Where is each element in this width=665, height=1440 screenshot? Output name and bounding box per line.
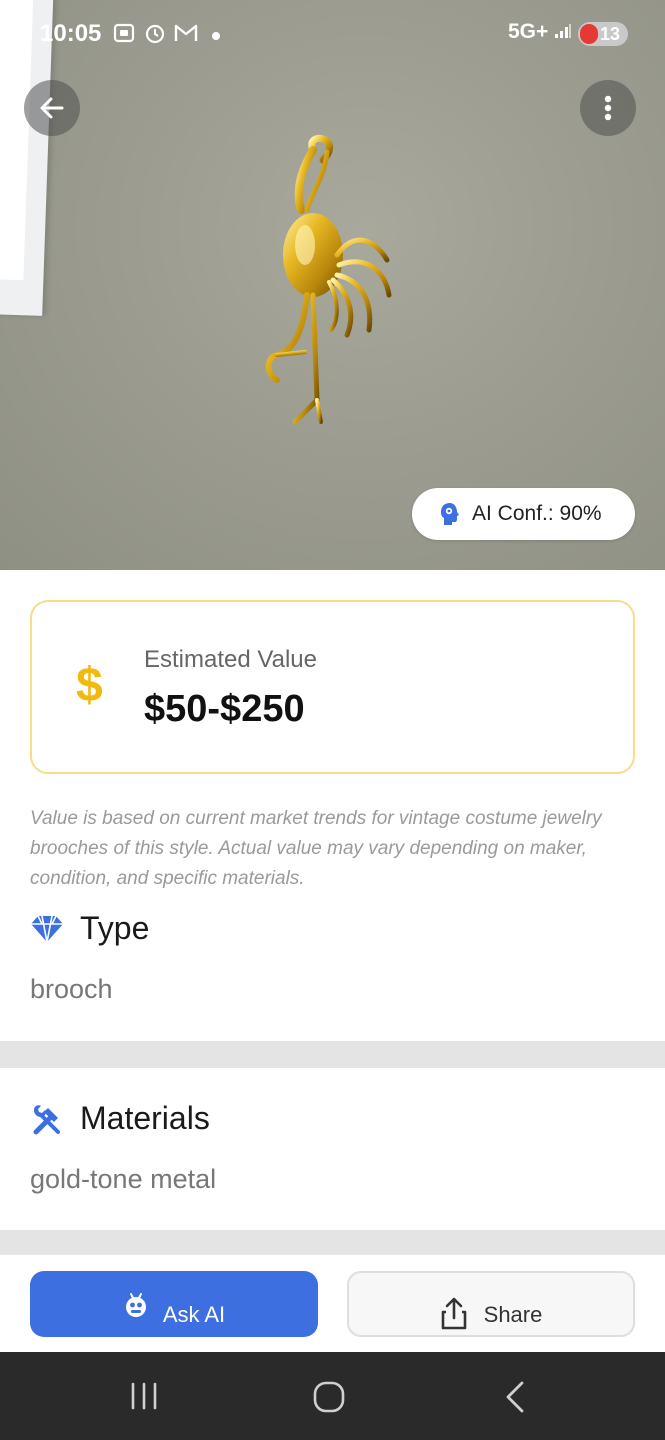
tools-icon [33, 1104, 60, 1134]
status-notification-icons [112, 22, 220, 49]
flamingo-brooch-image [265, 134, 392, 425]
value-disclaimer: Value is based on current market trends … [30, 808, 602, 889]
back-button[interactable] [24, 80, 80, 136]
share-label: Share [483, 1302, 543, 1327]
gmail-icon [174, 23, 198, 48]
ask-ai-label: Ask AI [162, 1302, 226, 1327]
nav-back-icon[interactable] [500, 1380, 532, 1414]
screenshot-icon [112, 22, 136, 49]
network-indicator: 5G+ [508, 20, 572, 44]
bottom-action-bar: Ask AI Share [0, 1254, 665, 1352]
arrow-left-icon [40, 97, 64, 119]
home-icon[interactable] [312, 1380, 346, 1414]
materials-title: Materials [80, 1100, 210, 1136]
battery-indicator: 13 [578, 22, 628, 46]
share-button[interactable]: Share [347, 1271, 635, 1337]
recent-apps-icon[interactable] [128, 1380, 160, 1412]
estimated-value-amount: $50-$250 [144, 688, 305, 730]
ai-confidence-text: AI Conf.: 90% [472, 502, 602, 525]
section-divider [0, 1041, 665, 1068]
type-section-header: Type [30, 910, 149, 947]
item-photo [0, 0, 665, 570]
section-divider [0, 1230, 665, 1254]
estimated-value-card: $ Estimated Value $50-$250 [30, 600, 635, 774]
type-value: brooch [30, 974, 113, 1004]
alarm-icon [144, 22, 166, 49]
dollar-icon: $ [76, 659, 103, 712]
status-time: 10:05 [40, 20, 102, 47]
status-bar: 10:05 5G+ 13 [0, 0, 665, 68]
ai-head-icon [441, 503, 459, 525]
ask-ai-button[interactable]: Ask AI [30, 1271, 318, 1337]
diamond-icon [31, 915, 63, 942]
more-vert-icon [604, 95, 612, 121]
estimated-value-label: Estimated Value [144, 646, 317, 673]
ai-confidence-badge: AI Conf.: 90% [412, 488, 635, 540]
materials-value: gold-tone metal [30, 1164, 217, 1194]
notification-dot-icon [212, 31, 220, 40]
robot-icon [125, 1293, 146, 1317]
type-title: Type [80, 910, 150, 946]
more-options-button[interactable] [580, 80, 636, 136]
system-navigation-bar [0, 1352, 665, 1440]
share-icon [441, 1297, 466, 1330]
materials-section-header: Materials [30, 1100, 210, 1137]
